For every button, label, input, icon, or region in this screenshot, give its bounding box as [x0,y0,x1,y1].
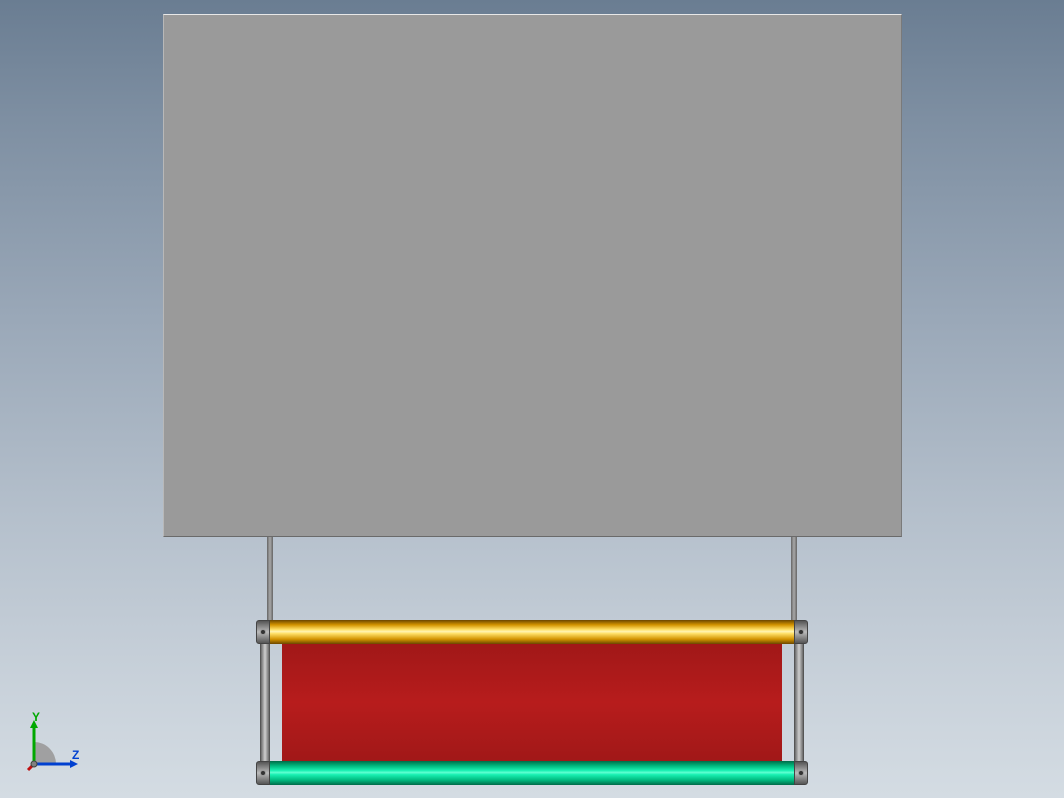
axis-label-z: Z [72,748,79,762]
roller-body [270,761,794,785]
roller-top[interactable] [256,620,808,644]
axis-triad[interactable]: Y Z [24,714,84,774]
roller-body [270,620,794,644]
conveyor-belt[interactable] [282,644,782,761]
roller-bottom[interactable] [256,761,808,785]
support-rod-right [791,537,797,625]
roller-cap-left-icon [256,620,270,644]
model-plate[interactable] [163,14,902,537]
roller-cap-right-icon [794,761,808,785]
support-rod-left [267,537,273,625]
axis-label-y: Y [32,710,40,724]
cad-viewport[interactable]: Y Z [0,0,1064,798]
roller-cap-left-icon [256,761,270,785]
roller-cap-right-icon [794,620,808,644]
